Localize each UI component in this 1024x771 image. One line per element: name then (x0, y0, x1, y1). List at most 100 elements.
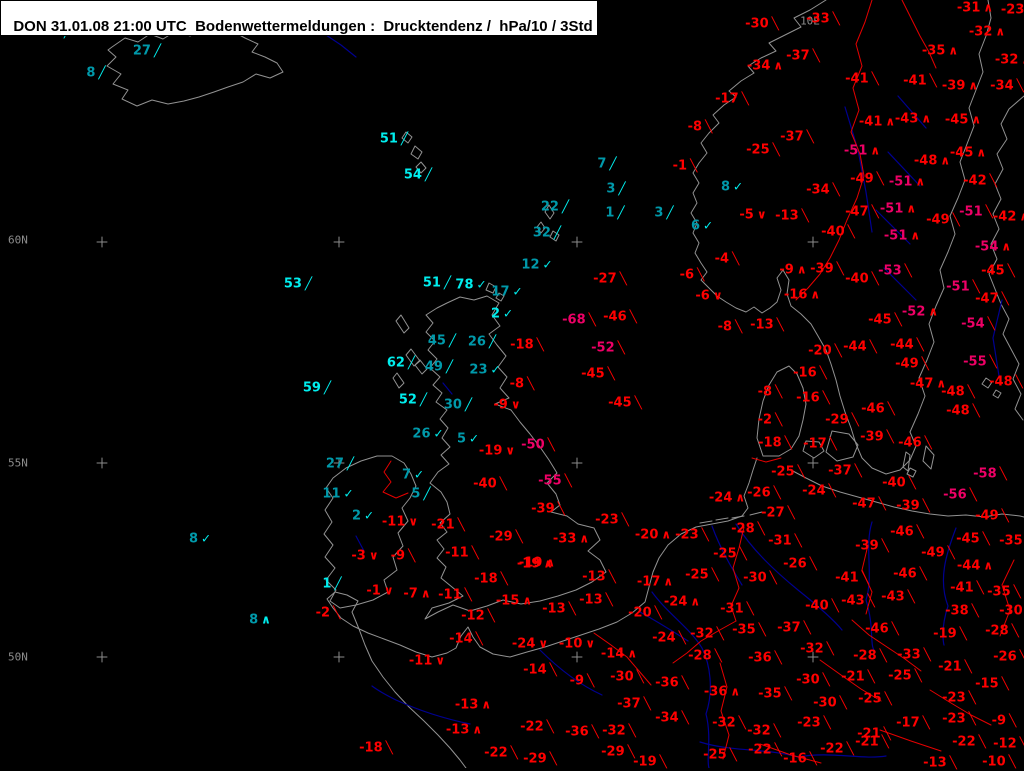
tendency-symbol-icon: ╱ (618, 181, 626, 196)
tendency-symbol-icon: ╲ (1016, 78, 1024, 93)
pressure-tendency-value: -37 (617, 696, 641, 712)
station-report: 3 ╱ (606, 182, 625, 197)
pressure-tendency-value: -24 (652, 630, 676, 646)
pressure-tendency-value: -51 (888, 174, 913, 190)
station-report: -32 ╲ (747, 724, 781, 739)
station-report: -4 ╲ (715, 252, 740, 267)
tendency-symbol-icon: ╲ (711, 567, 719, 582)
tendency-symbol-icon: ╲ (869, 339, 877, 354)
station-report: -16 ╲ (793, 366, 827, 381)
tendency-symbol-icon: ∧ (481, 697, 492, 712)
tendency-symbol-icon: ╲ (546, 719, 554, 734)
tendency-symbol-icon: ╱ (424, 167, 433, 182)
tendency-symbol-icon: ╲ (878, 496, 886, 511)
station-report: -28 ╲ (731, 522, 765, 537)
pressure-tendency-value: -34 (655, 710, 679, 726)
pressure-tendency-value: 2 (351, 508, 361, 524)
tendency-symbol-icon: ╲ (547, 437, 555, 452)
station-report: -46 ╲ (861, 402, 895, 417)
tendency-symbol-icon: ╲ (959, 626, 967, 641)
tendency-symbol-icon: ╲ (1001, 676, 1009, 691)
station-report: -31 ∧ (957, 1, 993, 16)
pressure-tendency-value: -25 (771, 464, 795, 480)
pressure-tendency-value: 51 (422, 275, 441, 291)
station-report: -39 ∧ (942, 79, 978, 94)
tendency-symbol-icon: ✓ (363, 508, 375, 523)
pressure-tendency-value: 8 (188, 531, 198, 547)
station-report: -32 ╲ (712, 716, 746, 731)
pressure-tendency-value: -16 (796, 390, 820, 406)
tendency-symbol-icon: ╲ (784, 435, 792, 450)
pressure-tendency-value: -39 (531, 501, 555, 517)
pressure-tendency-value: -12 (993, 736, 1017, 752)
tendency-symbol-icon: ∧ (796, 262, 807, 277)
pressure-tendency-value: -44 (890, 337, 914, 353)
pressure-tendency-value: -25 (888, 668, 912, 684)
pressure-tendency-value: -31 (768, 533, 792, 549)
station-report: -37 ╲ (786, 49, 820, 64)
station-report: -25 ╲ (771, 465, 805, 480)
pressure-tendency-value: -9 (390, 548, 406, 564)
station-report: -15 ∧ (496, 594, 532, 609)
station-report: -30╲ (743, 571, 777, 586)
station-report: -36 ∧ (704, 685, 740, 700)
pressure-tendency-value: -47 (845, 204, 869, 220)
pressure-tendency-value: -48 (989, 374, 1013, 390)
pressure-tendency-value: -44 (843, 339, 867, 355)
pressure-tendency-value: -20 (634, 527, 659, 543)
station-report: -51 ∧ (889, 175, 925, 190)
tendency-symbol-icon: ╲ (1009, 713, 1017, 728)
station-report: 78 ✓ (455, 278, 486, 293)
station-report: -13 ∧ (455, 698, 491, 713)
tendency-symbol-icon: ╲ (549, 751, 557, 766)
pressure-tendency-value: -41 (950, 580, 974, 596)
station-report: -7 ∧ (403, 587, 430, 602)
tendency-symbol-icon: ╲ (1011, 623, 1019, 638)
tendency-symbol-icon: ╱ (346, 456, 355, 471)
tendency-symbol-icon: ╲ (987, 316, 995, 331)
station-report: -35╲ (999, 534, 1024, 549)
pressure-tendency-value: 5 (411, 486, 421, 502)
pressure-tendency-value: -40 (805, 598, 829, 614)
pressure-tendency-value: -50 (521, 437, 545, 453)
station-report: -13 ╲ (542, 602, 576, 617)
tendency-symbol-icon: ╲ (738, 715, 746, 730)
station-report: -26 ╲ (747, 486, 781, 501)
pressure-tendency-value: -8 (717, 319, 733, 335)
station-report: -54 ∧ (975, 240, 1011, 255)
tendency-symbol-icon: ╲ (1001, 291, 1009, 306)
station-report: -25 ╲ (713, 547, 747, 562)
station-report: -9 ╲ (992, 714, 1017, 729)
pressure-tendency-value: -51 (946, 279, 970, 295)
pressure-tendency-value: -41 (835, 570, 859, 586)
pressure-tendency-value: -9 (493, 397, 508, 413)
station-report: 59 ╱ (303, 381, 331, 396)
tendency-symbol-icon: ╲ (678, 630, 686, 645)
pressure-tendency-value: -28 (853, 648, 877, 664)
station-report: 11 ✓ (322, 487, 353, 502)
station-report: 5 ╱ (411, 487, 430, 502)
station-report: -16 ∧ (784, 288, 820, 303)
station-report: -15 ╲ (975, 677, 1009, 692)
station-report: 8 ✓ (189, 532, 211, 547)
pressure-tendency-value: -40 (821, 224, 845, 240)
station-report: -26 ╲ (783, 557, 817, 572)
tendency-symbol-icon: ╲ (809, 751, 817, 766)
pressure-tendency-value: -41 (845, 71, 869, 87)
station-report: -39 ╲ (896, 499, 930, 514)
tendency-symbol-icon: ∧ (910, 228, 921, 243)
pressure-tendency-value: -26 (783, 556, 807, 572)
station-report: -25 ╲ (703, 748, 737, 763)
pressure-tendency-value: -35 (758, 686, 782, 702)
station-report: -37 ╲ (780, 130, 814, 145)
tendency-symbol-icon: ╲ (919, 566, 927, 581)
pressure-tendency-value: -38 (945, 603, 969, 619)
station-report: -41 ╲ (950, 581, 984, 596)
tendency-symbol-icon: ╲ (826, 641, 834, 656)
tendency-symbol-icon: ╲ (985, 204, 993, 219)
pressure-tendency-value: -21 (855, 734, 879, 750)
pressure-tendency-value: 51 (379, 131, 398, 147)
station-report: -14 ╲ (523, 663, 557, 678)
tendency-symbol-icon: ╲ (884, 691, 892, 706)
pressure-tendency-value: -46 (890, 524, 914, 540)
